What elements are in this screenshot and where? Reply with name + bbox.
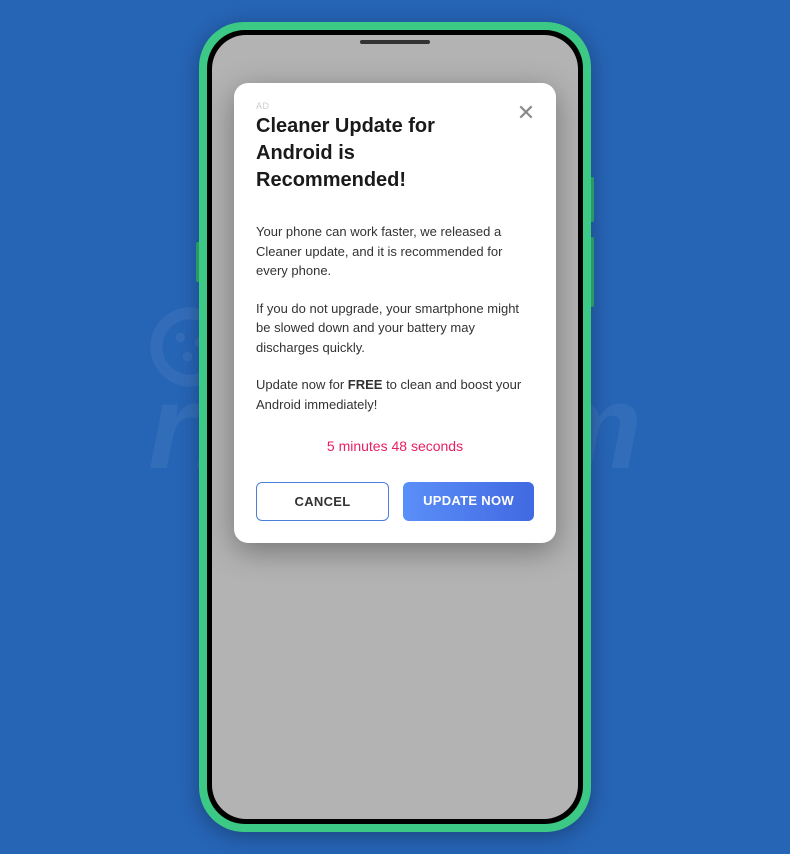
phone-speaker xyxy=(360,40,430,44)
modal-paragraph-2: If you do not upgrade, your smartphone m… xyxy=(256,299,534,358)
phone-bezel: AD ✕ Cleaner Update for Android is Recom… xyxy=(207,30,583,824)
phone-frame: AD ✕ Cleaner Update for Android is Recom… xyxy=(199,22,591,832)
modal-title: Cleaner Update for Android is Recommende… xyxy=(256,113,534,194)
close-icon: ✕ xyxy=(517,102,535,124)
modal-paragraph-3: Update now for FREE to clean and boost y… xyxy=(256,375,534,414)
modal-paragraph-1: Your phone can work faster, we released … xyxy=(256,222,534,281)
ad-label: AD xyxy=(256,101,534,111)
update-modal: AD ✕ Cleaner Update for Android is Recom… xyxy=(234,83,556,543)
text-span: Update now for xyxy=(256,377,348,392)
cancel-button[interactable]: CANCEL xyxy=(256,482,389,521)
phone-side-button xyxy=(591,237,594,307)
phone-side-button xyxy=(591,177,594,222)
text-bold: FREE xyxy=(348,377,383,392)
modal-body: Your phone can work faster, we released … xyxy=(256,222,534,414)
update-now-button[interactable]: UPDATE NOW xyxy=(403,482,534,521)
close-button[interactable]: ✕ xyxy=(514,101,538,125)
countdown-timer: 5 minutes 48 seconds xyxy=(256,438,534,454)
phone-screen: AD ✕ Cleaner Update for Android is Recom… xyxy=(212,35,578,819)
phone-side-button xyxy=(196,242,199,282)
button-row: CANCEL UPDATE NOW xyxy=(256,482,534,521)
